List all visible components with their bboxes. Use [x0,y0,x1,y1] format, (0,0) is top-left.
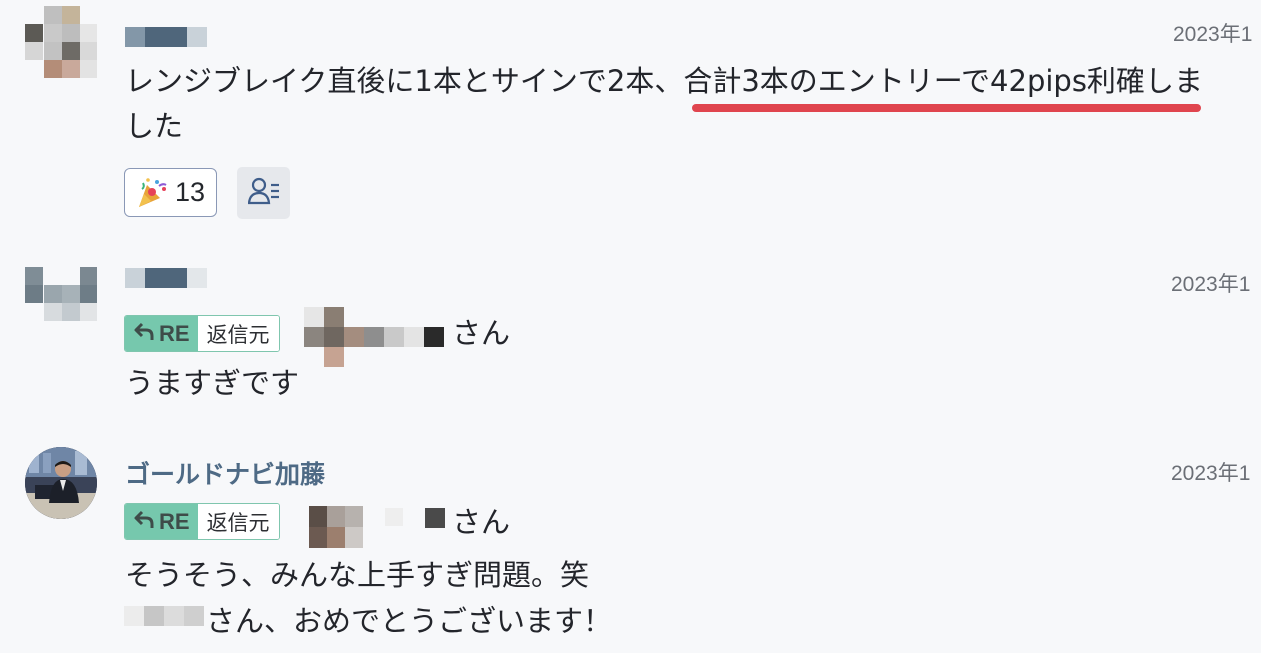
mention-suffix: さん [452,316,511,350]
message-text-prefix: レンジブレイク直後に1本とサインで2本、 [125,64,684,98]
re-text: RE [159,508,190,534]
reply-origin-label: 返信元 [197,316,279,351]
reaction-button[interactable]: 13 [124,168,217,217]
pixelated-avatar [25,267,97,339]
reply-re-label: RE [125,504,198,539]
mentioned-user-redacted[interactable] [304,307,447,367]
timestamp: 2023年1 [1171,462,1251,485]
author-photo [25,447,97,519]
avatar[interactable] [25,447,97,519]
reply-arrow-icon [133,509,155,535]
author-name[interactable]: ゴールドナビ加藤 [125,455,325,491]
message-text: レンジブレイク直後に1本とサインで2本、合計3本のエントリーで42pips利確し… [125,58,1203,104]
user-list-icon [247,176,280,210]
mentioned-user-redacted[interactable] [124,606,204,626]
message-text-line2: さん、おめでとうございます！ [206,604,613,638]
avatar[interactable] [25,267,97,339]
highlighted-phrase: 合計3本のエントリーで42pips利確 [683,64,1145,98]
author-name-redacted[interactable] [125,27,207,47]
message-text-line2: した [125,109,184,143]
author-name-redacted[interactable] [125,268,207,288]
reply-arrow-icon [133,321,155,347]
pixelated-avatar [25,6,97,78]
message-text: うますぎです [125,366,300,400]
party-popper-icon [135,176,169,210]
message-text: そうそう、みんな上手すぎ問題。笑 [125,558,590,592]
reply-origin-label: 返信元 [197,504,279,539]
re-text: RE [159,320,190,346]
highlight-underline [692,104,1201,112]
mentioned-user-redacted[interactable] [309,506,447,548]
reaction-count: 13 [175,177,206,207]
timestamp: 2023年1 [1171,273,1251,296]
reply-re-label: RE [125,316,198,351]
mention-suffix: さん [452,505,511,539]
timestamp: 2023年1 [1173,23,1253,46]
message-text-suffix: しま [1144,64,1203,98]
reactor-list-button[interactable] [237,167,290,219]
reply-source-chip[interactable]: RE 返信元 [124,503,280,540]
reply-source-chip[interactable]: RE 返信元 [124,315,280,352]
avatar[interactable] [25,6,97,78]
